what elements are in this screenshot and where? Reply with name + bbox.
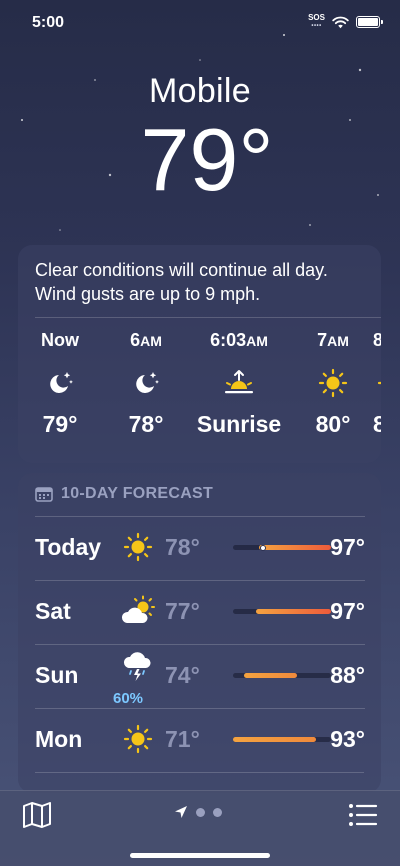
temp-range-fill (233, 737, 316, 742)
temp-range-fill (244, 673, 298, 678)
status-bar: 5:00 SOS •••• (0, 0, 400, 44)
current-temperature: 79° (140, 110, 274, 209)
hour-temp: 79° (42, 411, 78, 437)
hour-item: 8AM 8 (373, 330, 381, 438)
day-row-sun[interactable]: Sun 60% 74° 88° (35, 644, 365, 708)
temp-range-bar (233, 673, 331, 678)
sos-label: SOS (308, 13, 325, 22)
hour-temp: 78° (128, 411, 164, 437)
battery-icon (356, 16, 383, 28)
temp-range-bar (233, 609, 331, 614)
row-divider (35, 708, 365, 709)
temp-range-bar (233, 737, 331, 742)
list-icon[interactable] (348, 801, 378, 829)
hourly-forecast-card[interactable]: Clear conditions will continue all day. … (18, 245, 381, 463)
hour-label: 7AM (317, 330, 349, 350)
row-divider (35, 772, 364, 773)
day-low-temp: 77° (165, 598, 200, 624)
thunderstorm-icon (119, 648, 157, 686)
wifi-icon (332, 16, 349, 28)
precipitation-chance: 60% (113, 690, 144, 707)
day-low-temp: 78° (165, 534, 200, 560)
day-low-temp: 71° (165, 726, 200, 752)
day-high-temp: 93° (330, 726, 365, 752)
current-temp-dot (260, 544, 267, 551)
signal-dots-icon: •••• (311, 23, 322, 29)
day-name: Sat (35, 598, 71, 624)
home-indicator[interactable] (130, 853, 270, 858)
day-low-temp: 74° (165, 662, 200, 688)
partly-cloudy-icon (119, 592, 157, 630)
hour-item: 6AM 78° (106, 330, 186, 438)
hourly-scroll-row[interactable]: Now 79° 6AM 78° 6:03AM Sunrise 7AM 80° 8… (18, 330, 381, 450)
ten-day-header: 10-DAY FORECAST (35, 485, 213, 503)
map-icon[interactable] (22, 801, 52, 829)
day-name: Mon (35, 726, 83, 752)
day-row-mon[interactable]: Mon 71° 93° (35, 708, 365, 772)
ten-day-forecast-card[interactable]: 10-DAY FORECAST Today 78° 97° Sat 77° 97… (18, 473, 381, 793)
temp-range-bar (233, 544, 331, 551)
page-dot[interactable] (213, 807, 222, 817)
day-name: Today (35, 534, 102, 560)
temp-range-fill (255, 609, 331, 614)
moon-stars-icon (106, 361, 186, 405)
sun-icon (377, 361, 381, 405)
day-high-temp: 97° (330, 598, 365, 624)
page-indicator[interactable] (174, 805, 222, 819)
day-high-temp: 97° (330, 534, 365, 560)
sos-indicator: SOS •••• (308, 14, 325, 30)
row-divider (35, 644, 365, 645)
status-icons: SOS •••• (308, 14, 383, 30)
sunrise-icon (178, 361, 300, 405)
hour-item: 6:03AM Sunrise (178, 330, 300, 438)
status-time: 5:00 (32, 14, 65, 31)
hour-item: 7AM 80° (293, 330, 373, 438)
sun-icon (293, 361, 373, 405)
row-divider (35, 516, 365, 517)
day-row-today[interactable]: Today 78° 97° (35, 516, 365, 580)
calendar-icon (35, 487, 53, 502)
hourly-divider (35, 317, 381, 318)
hour-temp: 8 (373, 411, 381, 437)
conditions-summary: Clear conditions will continue all day. … (35, 260, 328, 304)
hour-label: 6AM (130, 330, 162, 350)
hour-label: Now (41, 330, 79, 350)
bottom-toolbar (0, 790, 400, 866)
city-name: Mobile (149, 72, 251, 110)
temp-range-fill (259, 545, 331, 550)
sun-icon (119, 720, 157, 758)
hour-item: Now 79° (35, 330, 85, 438)
row-divider (35, 580, 365, 581)
hour-temp: Sunrise (196, 411, 282, 437)
day-row-sat[interactable]: Sat 77° 97° (35, 580, 365, 644)
sun-icon (119, 528, 157, 566)
hour-temp: 80° (315, 411, 351, 437)
moon-stars-icon (35, 361, 85, 405)
location-arrow-icon[interactable] (174, 805, 188, 819)
day-high-temp: 88° (330, 662, 365, 688)
hour-label: 6:03AM (210, 330, 268, 350)
hour-label: 8AM (373, 330, 381, 350)
day-name: Sun (35, 662, 79, 688)
ten-day-title: 10-DAY FORECAST (61, 485, 214, 502)
page-dot[interactable] (196, 807, 205, 817)
